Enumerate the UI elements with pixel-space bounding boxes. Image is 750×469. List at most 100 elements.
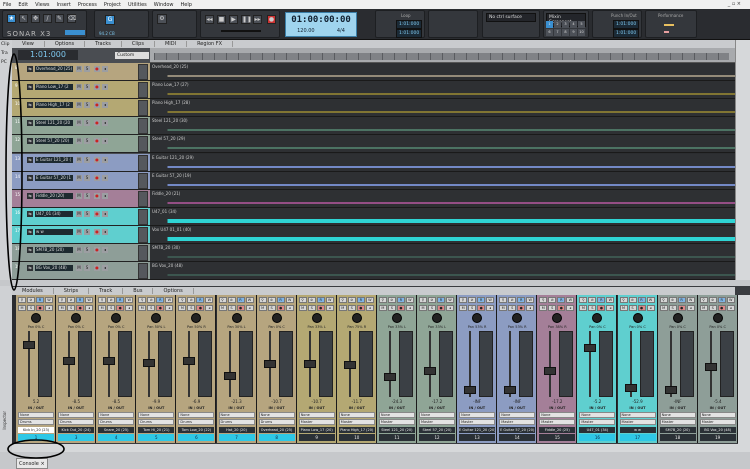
mute-button[interactable]: M: [76, 138, 82, 145]
input-select[interactable]: None: [699, 412, 736, 418]
record-arm-button[interactable]: ●: [517, 305, 526, 311]
record-arm-button[interactable]: ●: [94, 138, 100, 145]
volume-readout[interactable]: -INF: [658, 399, 698, 404]
mute-button[interactable]: M: [76, 192, 82, 199]
volume-fader-handle[interactable]: [544, 366, 557, 375]
volume-fader-handle[interactable]: [143, 358, 156, 367]
volume-fader-handle[interactable]: [263, 360, 276, 368]
input-monitor-button[interactable]: ⚲: [338, 297, 347, 303]
clip-lane[interactable]: Piano High_17 (28): [150, 99, 735, 118]
pan-knob[interactable]: [712, 313, 723, 323]
menu-insert[interactable]: Insert: [57, 2, 71, 8]
clip-lane[interactable]: Fiddle_20 (21): [150, 189, 735, 208]
snap-icon[interactable]: ⚙: [157, 14, 167, 24]
input-echo-button[interactable]: ◂: [365, 305, 374, 311]
fx-button[interactable]: ⊘: [468, 297, 477, 303]
pan-knob[interactable]: [432, 313, 442, 323]
volume-readout[interactable]: -24.3: [377, 399, 417, 404]
volume-readout[interactable]: -8.5: [96, 399, 136, 404]
track-name[interactable]: Steel 57_20 (20): [35, 138, 73, 145]
strip-name[interactable]: Snare_20 (25): [98, 427, 135, 433]
record-arm-button[interactable]: ●: [94, 192, 100, 199]
track-name[interactable]: w w: [35, 228, 73, 235]
input-monitor-button[interactable]: ⚲: [699, 297, 708, 303]
punch-end[interactable]: 1:01:000: [613, 29, 640, 38]
smart-tool-icon[interactable]: ★: [7, 14, 16, 23]
fx-button[interactable]: ⊘: [548, 297, 557, 303]
record-arm-button[interactable]: ●: [36, 305, 44, 311]
strip-name[interactable]: Kick In_20 (23): [18, 427, 54, 433]
input-echo-button[interactable]: ◂: [102, 84, 108, 91]
input-select[interactable]: None: [499, 412, 536, 418]
input-select[interactable]: None: [338, 412, 375, 418]
input-echo-button[interactable]: ◂: [102, 192, 108, 199]
solo-button[interactable]: S: [588, 305, 597, 311]
volume-readout[interactable]: -17.2: [417, 399, 457, 404]
strip-name[interactable]: Kick Out_20 (24): [58, 427, 95, 433]
output-select[interactable]: Drums: [138, 419, 175, 425]
position-slider[interactable]: [221, 30, 261, 32]
solo-button[interactable]: S: [307, 305, 316, 311]
pan-knob[interactable]: [472, 313, 483, 323]
pan-knob[interactable]: [351, 313, 362, 323]
mute-button[interactable]: M: [76, 84, 82, 91]
fx-button[interactable]: ⊘: [227, 297, 236, 303]
volume-readout[interactable]: 5.2: [16, 399, 56, 404]
clip-name[interactable]: U47_01 (34): [150, 209, 177, 214]
input-select[interactable]: None: [539, 412, 576, 418]
volume-fader-handle[interactable]: [103, 357, 116, 366]
input-echo-button[interactable]: ◂: [245, 305, 254, 311]
write-automation-button[interactable]: W: [446, 297, 454, 303]
pan-knob[interactable]: [512, 313, 523, 323]
solo-button[interactable]: S: [84, 102, 90, 109]
inspector-tab[interactable]: Inspector: [0, 286, 12, 452]
write-automation-button[interactable]: W: [726, 297, 735, 303]
mute-button[interactable]: M: [579, 305, 588, 311]
track-view-preset-dropdown[interactable]: Custom: [115, 52, 149, 59]
solo-button[interactable]: S: [387, 305, 396, 311]
volume-fader-handle[interactable]: [223, 371, 236, 380]
screenset-button-10[interactable]: 10: [578, 29, 585, 36]
fx-button[interactable]: ⊘: [27, 297, 35, 303]
read-automation-button[interactable]: R: [396, 297, 405, 303]
track-row[interactable]: 17 ⇆ w w M S ● ◂: [12, 225, 150, 244]
input-echo-button[interactable]: ◂: [646, 305, 655, 311]
dock-tab-2[interactable]: PC: [0, 58, 12, 67]
stop-icon[interactable]: ■: [217, 15, 226, 24]
strip-name[interactable]: Steel 57_20 (20): [419, 427, 455, 433]
input-echo-button[interactable]: ◂: [45, 305, 53, 311]
solo-button[interactable]: S: [708, 305, 717, 311]
volume-fader-handle[interactable]: [624, 384, 637, 393]
input-echo-button[interactable]: ◂: [125, 305, 134, 311]
input-echo-button[interactable]: ◂: [285, 305, 294, 311]
input-echo-button[interactable]: ◂: [102, 265, 108, 272]
mute-button[interactable]: M: [218, 305, 227, 311]
console-menu-modules[interactable]: Modules: [12, 288, 54, 294]
strip-name[interactable]: Fiddle_20 (25): [539, 427, 576, 433]
strip-name[interactable]: U47_01 (34): [579, 427, 616, 433]
clip-lane[interactable]: SM7B_20 (30): [150, 244, 735, 262]
input-monitor-button[interactable]: ⚲: [539, 297, 548, 303]
strip-name[interactable]: E Guitar 121_20 (20): [459, 427, 496, 433]
tempo-readout[interactable]: 120.00: [297, 28, 315, 34]
track-menu-view[interactable]: View: [12, 41, 45, 47]
volume-fader-handle[interactable]: [504, 386, 517, 395]
read-automation-button[interactable]: R: [116, 297, 125, 303]
write-automation-button[interactable]: W: [365, 297, 374, 303]
input-monitor-button[interactable]: ⚲: [619, 297, 628, 303]
fx-button[interactable]: ⊘: [708, 297, 717, 303]
output-select[interactable]: Master: [699, 419, 736, 425]
record-arm-button[interactable]: ●: [76, 305, 85, 311]
strip-name[interactable]: SM7B_20 (20): [659, 427, 696, 433]
record-arm-button[interactable]: ●: [196, 305, 205, 311]
volume-fader-handle[interactable]: [464, 386, 477, 395]
clip-name[interactable]: E Guitar 57_20 (19): [150, 173, 191, 178]
read-automation-button[interactable]: R: [717, 297, 726, 303]
strip-name[interactable]: Tom Hi_20 (21): [138, 427, 175, 433]
mute-button[interactable]: M: [419, 305, 427, 311]
fx-button[interactable]: ⊘: [508, 297, 517, 303]
input-monitor-button[interactable]: ⚲: [378, 297, 387, 303]
console-menu-bus[interactable]: Bus: [123, 288, 154, 294]
strip-name[interactable]: Overhead_20 (25): [258, 427, 295, 433]
solo-button[interactable]: S: [27, 305, 35, 311]
